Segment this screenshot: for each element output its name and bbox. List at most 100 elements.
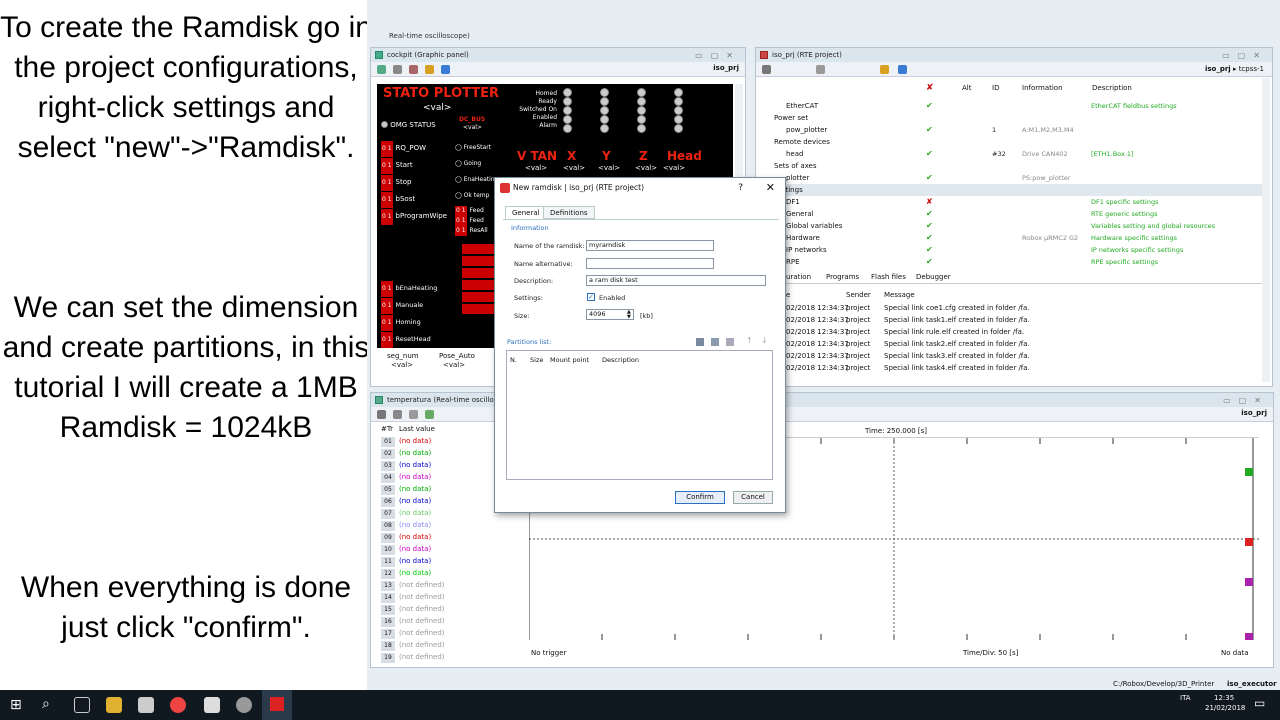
edit-partition-icon[interactable] xyxy=(711,338,719,346)
edit-icon[interactable] xyxy=(409,65,418,74)
confirm-button[interactable]: Confirm xyxy=(675,491,725,504)
trace-row[interactable]: 18 (not defined) xyxy=(381,639,521,651)
manuale-button[interactable]: 0 1 Manuale xyxy=(381,297,437,314)
clock-date[interactable]: 21/02/2018 xyxy=(1205,704,1245,712)
delete-partition-icon[interactable] xyxy=(726,338,734,346)
robox-taskbar-button[interactable] xyxy=(262,690,292,720)
tree-row[interactable]: EtherCAT ✔ EtherCAT fieldbus settings xyxy=(756,100,1266,112)
trace-row[interactable]: 13 (not defined) xyxy=(381,579,521,591)
feed-button-1[interactable]: 0 1 Feed xyxy=(455,206,488,216)
message-row[interactable]: 02/2018 12:34:37 project Special link rule… xyxy=(756,326,1266,338)
folder-icon[interactable] xyxy=(425,65,434,74)
tree-row[interactable]: Global variables ✔ Variables setting and g… xyxy=(756,220,1266,232)
task-view-icon[interactable] xyxy=(74,697,90,713)
trace-row[interactable]: 09 (no data) xyxy=(381,531,521,543)
enabled-checkbox[interactable]: ✓ xyxy=(587,293,595,301)
tree-row[interactable]: Power set xyxy=(756,112,1266,124)
tree-row[interactable]: DF1 ✘ DF1 specific settings xyxy=(756,196,1266,208)
trace-row[interactable]: 11 (no data) xyxy=(381,555,521,567)
tab-debugger[interactable]: Debugger xyxy=(916,273,951,281)
message-row[interactable]: 02/2018 12:34:37 project Special link task… xyxy=(756,338,1266,350)
language-indicator[interactable]: ITA xyxy=(1180,694,1191,702)
vertical-scrollbar[interactable] xyxy=(1262,78,1270,382)
tab-definitions[interactable]: Definitions xyxy=(543,206,595,219)
tab-flash-files[interactable]: Flash files xyxy=(871,273,906,281)
search-icon[interactable]: ⌕ xyxy=(42,696,50,712)
tree-row[interactable]: General ✔ RTE generic settings xyxy=(756,208,1266,220)
rte-titlebar[interactable]: iso_prj (RTE project) ▭▢✕ xyxy=(756,48,1272,62)
red-bar xyxy=(462,268,496,278)
tool-icon[interactable] xyxy=(409,410,418,419)
mail-icon[interactable] xyxy=(204,697,220,713)
add-partition-icon[interactable] xyxy=(696,338,704,346)
resethead-button[interactable]: 0 1 ResetHead xyxy=(381,331,437,348)
trace-value: (no data) xyxy=(399,569,432,577)
tool-icon[interactable] xyxy=(425,410,434,419)
trace-row[interactable]: 15 (not defined) xyxy=(381,603,521,615)
trace-row[interactable]: 10 (no data) xyxy=(381,543,521,555)
trace-row[interactable]: 08 (no data) xyxy=(381,519,521,531)
settings-icon[interactable] xyxy=(441,65,450,74)
bprogramwipe-button[interactable]: 0 1 bProgramWipe xyxy=(381,208,447,225)
run-icon[interactable] xyxy=(393,65,402,74)
description-field[interactable]: a ram disk test xyxy=(586,275,766,286)
tab-programs[interactable]: Programs xyxy=(826,273,859,281)
chrome-icon[interactable] xyxy=(170,697,186,713)
message-row[interactable]: 02/2018 12:34:37 project Special link task… xyxy=(756,350,1266,362)
tree-row[interactable]: pow_plotter ✔ 1 A:M1,M2,M3,M4 xyxy=(756,124,1266,136)
dialog-titlebar[interactable]: New ramdisk | iso_prj (RTE project) ? ✕ xyxy=(495,178,785,198)
message-row[interactable]: 02/2018 12:34:37 project Special link task… xyxy=(756,314,1266,326)
tree-row[interactable]: Hardware ✔ Robox μRMC2 G2 Hardware specific… xyxy=(756,232,1266,244)
close-icon[interactable]: ✕ xyxy=(766,178,775,198)
windows-start-icon[interactable]: ⊞ xyxy=(10,697,22,713)
tab-general[interactable]: General xyxy=(505,206,547,219)
tool-icon[interactable] xyxy=(816,65,825,74)
app-icon[interactable] xyxy=(236,697,252,713)
cancel-button[interactable]: Cancel xyxy=(733,491,773,504)
tree-row[interactable]: IP networks ✔ IP networks specific setting… xyxy=(756,244,1266,256)
run-icon[interactable] xyxy=(393,410,402,419)
folder-icon[interactable] xyxy=(880,65,889,74)
tree-row[interactable]: Sets of axes xyxy=(756,160,1266,172)
stop-button[interactable]: 0 1 Stop xyxy=(381,174,447,191)
tree-row[interactable]: head ✔ #32 Drive CAN402 [ETH1.Box 1] xyxy=(756,148,1266,160)
stepper-arrows-icon[interactable]: ▲ ▼ xyxy=(627,310,631,320)
settings-icon[interactable] xyxy=(898,65,907,74)
move-up-icon[interactable]: ↑ xyxy=(746,336,753,345)
tree-row[interactable]: Remote devices xyxy=(756,136,1266,148)
tree-row[interactable]: RPE ✔ RPE specific settings xyxy=(756,256,1266,268)
notification-icon[interactable]: ▭ xyxy=(1254,696,1265,710)
tool-icon[interactable] xyxy=(762,65,771,74)
message-row[interactable]: 02/2018 12:34:37 project Special link coe1… xyxy=(756,302,1266,314)
feed-button-2[interactable]: 0 1 Feed xyxy=(455,216,488,226)
file-explorer-icon[interactable] xyxy=(106,697,122,713)
help-icon[interactable]: ? xyxy=(738,178,743,198)
homing-button[interactable]: 0 1 Homing xyxy=(381,314,437,331)
name-field[interactable]: myramdisk xyxy=(586,240,714,251)
rq-pow-button[interactable]: 0 1 RQ_POW xyxy=(381,140,447,157)
message-time: 02/2018 12:34:37 xyxy=(786,316,849,324)
bsost-button[interactable]: 0 1 bSost xyxy=(381,191,447,208)
grid-icon[interactable] xyxy=(377,65,386,74)
calculator-icon[interactable] xyxy=(138,697,154,713)
cockpit-titlebar[interactable]: cockpit (Graphic panel) ▭▢✕ xyxy=(371,48,745,62)
trace-row[interactable]: 12 (no data) xyxy=(381,567,521,579)
trace-row[interactable]: 14 (not defined) xyxy=(381,591,521,603)
move-down-icon[interactable]: ↓ xyxy=(761,336,768,345)
trace-row[interactable]: 17 (not defined) xyxy=(381,627,521,639)
window-controls[interactable]: ▭▢✕ xyxy=(695,49,741,63)
trace-row[interactable]: 16 (not defined) xyxy=(381,615,521,627)
tree-row[interactable]: Settings xyxy=(756,184,1266,196)
benaheating-button[interactable]: 0 1 bEnaHeating xyxy=(381,280,437,297)
window-controls[interactable]: ▭▢✕ xyxy=(1223,394,1269,408)
message-row[interactable]: 02/2018 12:34:37 project Special link task… xyxy=(756,362,1266,374)
resall-button[interactable]: 0 1 ResAll xyxy=(455,226,488,236)
tab-configuration[interactable]: uration xyxy=(786,273,811,281)
alt-name-field[interactable] xyxy=(586,258,714,269)
start-button[interactable]: 0 1 Start xyxy=(381,157,447,174)
trace-row[interactable]: 19 (not defined) xyxy=(381,651,521,663)
tool-icon[interactable] xyxy=(377,410,386,419)
tree-row[interactable]: plotter ✔ PS:pow_plotter xyxy=(756,172,1266,184)
window-controls[interactable]: ▭▢✕ xyxy=(1222,49,1268,63)
clock-time[interactable]: 12:35 xyxy=(1214,694,1234,702)
